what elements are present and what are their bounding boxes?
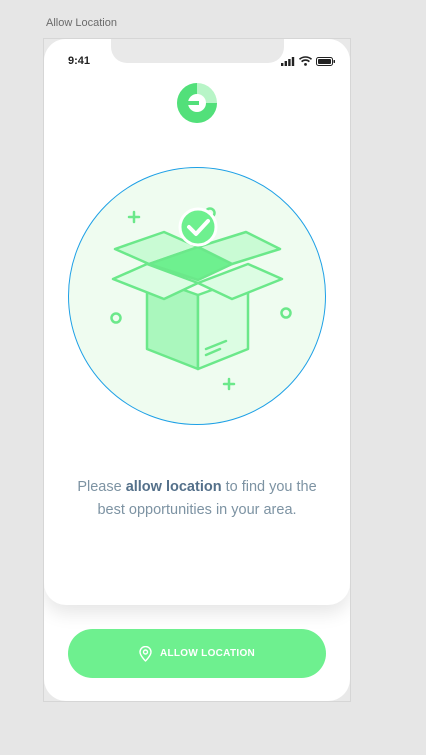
status-icons — [281, 56, 336, 66]
open-box-checkmark-icon — [110, 207, 292, 391]
app-logo-icon — [177, 83, 217, 123]
phone-screen: 9:41 Please allow location to find you t… — [44, 39, 350, 701]
signal-icon — [281, 56, 295, 66]
content-card: 9:41 Please allow location to find you t… — [44, 39, 350, 605]
wifi-icon — [299, 56, 312, 66]
artboard-title: Allow Location — [46, 17, 117, 29]
device-notch — [111, 39, 284, 63]
message-text-bold: allow location — [125, 479, 222, 495]
location-message: Please allow location to find you the be… — [64, 476, 330, 522]
message-text-before: Please — [77, 479, 126, 495]
location-pin-icon — [139, 645, 152, 662]
allow-location-button[interactable]: ALLOW LOCATION — [68, 629, 326, 678]
allow-location-label: ALLOW LOCATION — [159, 648, 256, 659]
battery-icon — [316, 56, 335, 66]
status-time: 9:41 — [68, 55, 91, 67]
